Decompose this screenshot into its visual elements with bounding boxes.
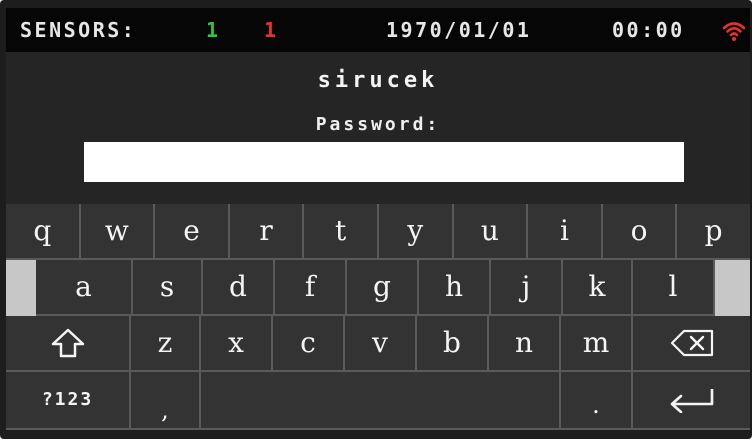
key-label: g [373, 270, 391, 303]
keyboard-edge-left [6, 260, 36, 316]
key-u[interactable]: u [453, 204, 529, 260]
shift-key[interactable] [6, 316, 131, 372]
key-label: u [480, 214, 499, 247]
login-panel: sirucek Password: [6, 52, 750, 204]
key-v[interactable]: v [345, 316, 417, 372]
keyboard-row-1: q w e r t y u i o p [6, 204, 750, 260]
keyboard-row-4: ?123 , . [6, 372, 750, 430]
key-label: , [161, 396, 169, 424]
key-label: h [444, 270, 464, 303]
key-label: x [228, 326, 244, 359]
key-label: z [157, 326, 173, 359]
key-label: . [592, 391, 600, 419]
key-label: c [300, 326, 316, 359]
key-label: l [668, 270, 678, 303]
backspace-key[interactable] [633, 316, 750, 372]
username-label: sirucek [317, 68, 439, 93]
enter-key[interactable] [633, 372, 750, 430]
key-y[interactable]: y [378, 204, 454, 260]
status-date: 1970/01/01 [386, 18, 532, 42]
sensor-ok-count: 1 [206, 18, 221, 42]
key-label: r [259, 214, 273, 247]
keyboard-row-3: z x c v b n m [6, 316, 750, 372]
key-label: n [514, 326, 534, 359]
key-label: e [183, 214, 200, 247]
key-p[interactable]: p [677, 204, 750, 260]
key-q[interactable]: q [6, 204, 81, 260]
sensors-label: SENSORS: [20, 18, 137, 42]
key-label: w [104, 214, 129, 247]
key-label: d [229, 270, 247, 303]
key-label: q [33, 214, 52, 247]
key-k[interactable]: k [563, 260, 633, 316]
key-g[interactable]: g [347, 260, 419, 316]
key-h[interactable]: h [419, 260, 491, 316]
key-s[interactable]: s [133, 260, 203, 316]
key-label: y [407, 214, 424, 247]
key-label: ?123 [41, 389, 94, 410]
key-t[interactable]: t [304, 204, 379, 260]
status-time: 00:00 [612, 18, 685, 42]
comma-key[interactable]: , [131, 372, 201, 430]
key-label: p [704, 214, 723, 247]
key-a[interactable]: a [36, 260, 133, 316]
period-key[interactable]: . [561, 372, 633, 430]
status-bar: SENSORS: 1 1 1970/01/01 00:00 [6, 8, 750, 52]
sensor-alert-count: 1 [264, 18, 279, 42]
key-e[interactable]: e [155, 204, 230, 260]
key-label: t [335, 214, 347, 247]
key-n[interactable]: n [489, 316, 561, 372]
key-label: f [304, 270, 316, 303]
keyboard-row-2: a s d f g h j k l [6, 260, 750, 316]
key-j[interactable]: j [491, 260, 563, 316]
numbers-key[interactable]: ?123 [6, 372, 131, 430]
key-label: o [630, 214, 648, 247]
key-l[interactable]: l [633, 260, 715, 316]
on-screen-keyboard: q w e r t y u i o p a s d f g h j k l z … [6, 204, 750, 430]
password-label: Password: [315, 114, 441, 135]
key-i[interactable]: i [528, 204, 603, 260]
key-w[interactable]: w [80, 204, 156, 260]
key-label: m [582, 326, 610, 359]
key-label: b [443, 326, 461, 359]
device-screen: SENSORS: 1 1 1970/01/01 00:00 sirucek Pa… [0, 0, 752, 439]
key-m[interactable]: m [561, 316, 633, 372]
space-key[interactable] [201, 372, 561, 430]
shift-icon [51, 328, 84, 358]
enter-icon [670, 389, 713, 413]
key-z[interactable]: z [131, 316, 201, 372]
key-f[interactable]: f [275, 260, 347, 316]
key-label: a [75, 270, 92, 303]
key-o[interactable]: o [602, 204, 678, 260]
key-r[interactable]: r [229, 204, 305, 260]
key-label: j [521, 270, 531, 303]
key-d[interactable]: d [203, 260, 275, 316]
key-x[interactable]: x [201, 316, 273, 372]
key-label: s [159, 270, 175, 303]
key-label: i [559, 214, 569, 247]
password-field[interactable] [84, 142, 684, 182]
key-c[interactable]: c [273, 316, 345, 372]
key-b[interactable]: b [417, 316, 489, 372]
backspace-icon [670, 329, 713, 357]
wifi-icon [723, 22, 745, 41]
keyboard-edge-right [715, 260, 750, 316]
key-label: v [372, 326, 388, 359]
key-label: k [588, 270, 606, 303]
